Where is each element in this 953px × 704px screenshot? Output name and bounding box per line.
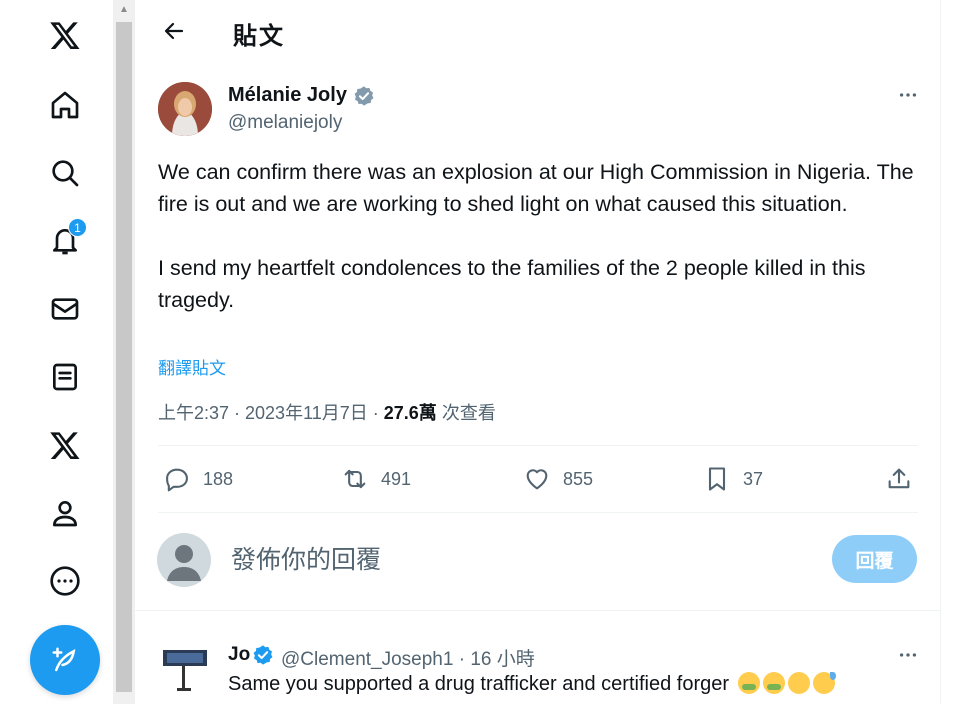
compose-button[interactable] <box>30 625 100 695</box>
tweet-more-button[interactable] <box>893 82 923 108</box>
bookmark-button[interactable]: 37 <box>703 456 763 502</box>
x-logo-icon[interactable] <box>38 8 92 62</box>
like-icon <box>526 469 548 490</box>
main-column: 貼文 Mélanie Joly @melaniejoly We can conf… <box>135 0 941 704</box>
share-icon <box>888 468 910 489</box>
grinning-emoji-icon <box>787 672 810 694</box>
notification-badge: 1 <box>68 218 87 237</box>
sweat-smile-emoji-icon <box>812 672 836 694</box>
user-avatar[interactable] <box>157 533 211 587</box>
like-count: 855 <box>563 468 594 489</box>
author-handle[interactable]: @melaniejoly <box>228 112 342 134</box>
reply-button[interactable]: 188 <box>163 456 233 502</box>
reply-icon <box>166 468 188 492</box>
bookmark-count: 37 <box>743 468 764 489</box>
search-icon[interactable] <box>38 146 92 200</box>
compose-icon <box>52 647 76 672</box>
notifications-nav-item[interactable]: 1 <box>38 214 92 268</box>
profile-icon[interactable] <box>38 486 92 540</box>
left-navigation: 1 <box>0 0 113 704</box>
avatar-image <box>158 82 212 136</box>
home-icon[interactable] <box>38 78 92 132</box>
views-count: 27.6萬 <box>383 403 437 423</box>
author-avatar[interactable] <box>158 82 212 136</box>
views-label: 次查看 <box>436 403 496 423</box>
scroll-up-arrow[interactable]: ▲ <box>113 0 135 20</box>
nauseated-emoji-icon <box>762 672 785 694</box>
divider <box>158 512 918 513</box>
verified-icon <box>354 86 374 106</box>
repost-button[interactable]: 491 <box>341 456 411 502</box>
tweet-paragraph: I send my heartfelt condolences to the f… <box>158 256 866 312</box>
bookmark-icon <box>708 467 726 491</box>
default-avatar-icon <box>167 545 201 581</box>
tweet-meta: 上午2:37 · 2023年11月7日 · 27.6萬 次查看 <box>158 399 496 425</box>
tweet-paragraph: We can confirm there was an explosion at… <box>158 160 914 216</box>
reply-more-button[interactable] <box>893 644 923 666</box>
back-arrow-icon <box>164 22 184 40</box>
reply-submit-button[interactable]: 回覆 <box>832 535 917 583</box>
reply-author-avatar[interactable] <box>161 642 209 694</box>
translate-link[interactable]: 翻譯貼文 <box>158 354 226 379</box>
x-premium-icon[interactable] <box>38 418 92 472</box>
like-button[interactable]: 855 <box>523 456 593 502</box>
reply-text-line: Same you supported a drug trafficker and… <box>228 672 836 696</box>
action-bar: 188 491 855 37 <box>158 456 918 502</box>
mail-icon[interactable] <box>38 282 92 336</box>
author-name[interactable]: Mélanie Joly <box>228 84 347 107</box>
verified-icon <box>253 645 273 665</box>
reply-count: 188 <box>203 468 234 489</box>
reply-text: Same you supported a drug trafficker and… <box>228 673 730 695</box>
more-circle-icon[interactable] <box>38 554 92 608</box>
scrollbar-thumb[interactable] <box>116 22 132 692</box>
lists-icon[interactable] <box>38 350 92 404</box>
repost-icon <box>344 469 366 489</box>
tweet-text: We can confirm there was an explosion at… <box>158 156 918 316</box>
divider <box>158 445 918 446</box>
reply-item[interactable]: Jo @Clement_Joseph1 · 16 小時 Same you sup… <box>135 624 941 704</box>
share-button[interactable] <box>885 456 925 502</box>
page-header: 貼文 <box>135 0 941 62</box>
reply-author-name[interactable]: Jo <box>228 644 250 666</box>
repost-count: 491 <box>381 468 412 489</box>
tweet-timestamp[interactable]: 上午2:37 · 2023年11月7日 · <box>158 403 384 423</box>
nauseated-emoji-icon <box>737 672 760 694</box>
page-title: 貼文 <box>233 23 285 50</box>
divider <box>135 610 941 611</box>
reply-handle-and-time[interactable]: @Clement_Joseph1 · 16 小時 <box>281 644 535 671</box>
back-button[interactable] <box>155 12 193 50</box>
more-icon <box>899 93 917 97</box>
more-icon <box>899 653 917 657</box>
reply-input[interactable] <box>231 538 811 582</box>
